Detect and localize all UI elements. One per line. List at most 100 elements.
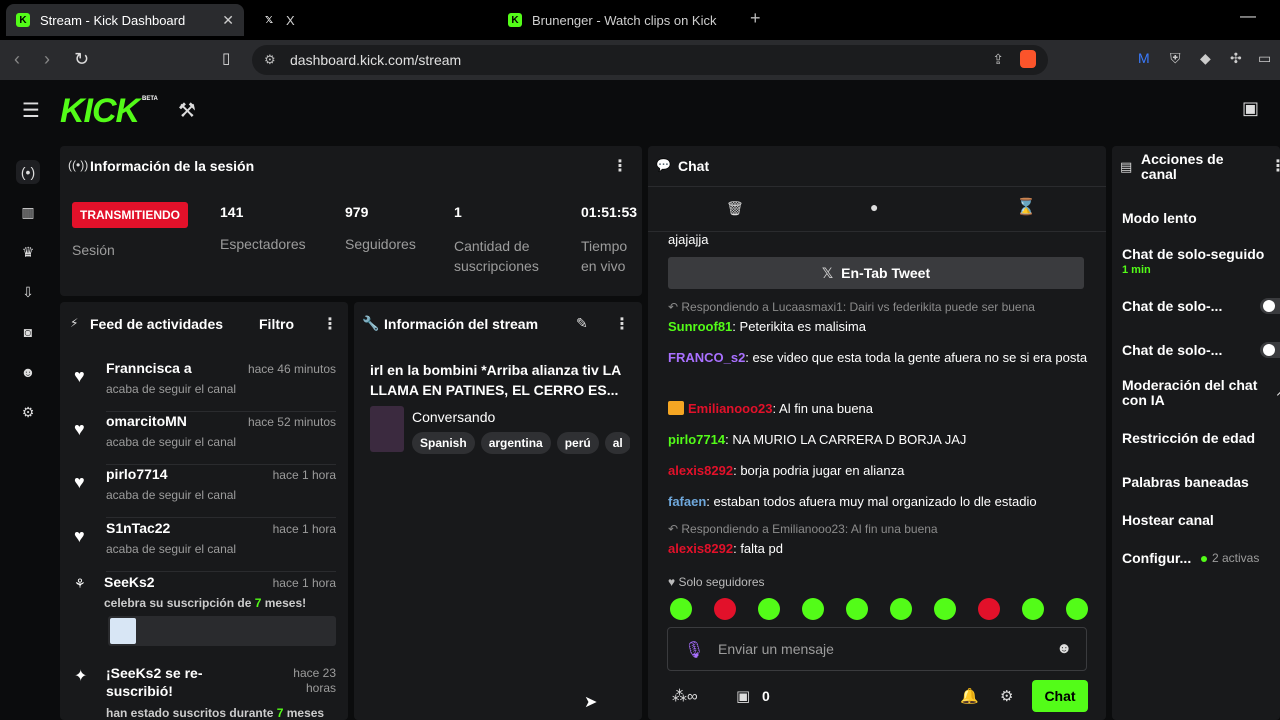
minimize-icon[interactable]: — — [1240, 8, 1256, 26]
tag[interactable]: perú — [556, 432, 599, 454]
emote-icon[interactable] — [890, 598, 912, 620]
edit-icon[interactable]: ✎ — [576, 315, 588, 332]
chat-username[interactable]: alexis8292 — [668, 541, 733, 556]
emote-only-toggle[interactable] — [1260, 342, 1280, 358]
diamond-icon[interactable]: ◆ — [1200, 50, 1211, 67]
divider — [106, 571, 336, 572]
trash-icon[interactable]: 🗑 — [726, 200, 744, 217]
slow-mode-item[interactable]: Modo lento — [1122, 210, 1197, 226]
more-icon[interactable]: ⋮ — [1270, 156, 1280, 176]
url-text: dashboard.kick.com/stream — [290, 52, 462, 68]
shield-icon[interactable]: ⛨ — [1170, 50, 1181, 67]
settings-icon[interactable]: ⚙ — [16, 400, 40, 424]
chat-username[interactable]: FRANCO_s2 — [668, 350, 745, 365]
store-icon[interactable]: ▣ — [736, 687, 750, 705]
chat-username[interactable]: Emilianooo23 — [688, 401, 773, 416]
followers-label: Seguidores — [345, 236, 416, 252]
tab-x[interactable]: 𝕏 X — [252, 4, 492, 36]
tag[interactable]: Spanish — [412, 432, 475, 454]
time-ago: hace 46 minutos — [247, 362, 336, 376]
age-restriction-item[interactable]: Restricción de edad — [1122, 430, 1255, 446]
message-icon[interactable]: ● — [870, 199, 878, 215]
mic-icon[interactable]: 🎙 — [684, 640, 704, 660]
tab-brunenger[interactable]: K Brunenger - Watch clips on Kick — [498, 4, 738, 36]
back-icon[interactable]: ‹ — [14, 49, 20, 70]
subscriber-name: SeeKs2 — [104, 574, 155, 590]
tab-stream-dashboard[interactable]: K Stream - Kick Dashboard ✕ — [6, 4, 244, 36]
bookmark-icon[interactable]: ▯ — [222, 49, 230, 67]
chat-username[interactable]: alexis8292 — [668, 463, 733, 478]
site-info-icon[interactable]: ⚙ — [264, 52, 276, 68]
mouse-cursor: ➤ — [584, 694, 598, 711]
emoji-icon[interactable]: ☻ — [1056, 640, 1072, 657]
banned-words-item[interactable]: Palabras baneadas — [1122, 474, 1249, 490]
infinity-icon[interactable]: ⁂∞ — [672, 687, 698, 705]
tag[interactable]: argentina — [480, 432, 551, 454]
store-icon[interactable]: ▣ — [1242, 98, 1259, 119]
emote-icon[interactable] — [802, 598, 824, 620]
chat-username[interactable]: Sunroof81 — [668, 319, 732, 334]
external-link-icon[interactable]: ↗ — [1275, 384, 1280, 400]
trophy-icon[interactable]: ♛ — [16, 240, 40, 264]
filter-button[interactable]: Filtro — [259, 316, 294, 332]
chat-text: Al fin una buena — [779, 401, 874, 416]
reply-text: Respondiendo a Lucaasmaxi1: Dairi vs fed… — [681, 300, 1035, 314]
more-icon[interactable]: ⋮ — [614, 314, 630, 334]
puzzle-icon[interactable]: ✣ — [1230, 50, 1242, 67]
sub-only-toggle[interactable] — [1260, 298, 1280, 314]
settings-icon[interactable]: ⚙ — [1000, 687, 1013, 705]
followers-only-item[interactable]: Chat de solo-seguido — [1122, 246, 1274, 262]
emote-icon[interactable] — [934, 598, 956, 620]
panel-title: Información del stream — [384, 316, 539, 332]
camera-icon[interactable]: ◙ — [16, 320, 40, 344]
emote-icon[interactable] — [758, 598, 780, 620]
wallet-icon[interactable]: ▭ — [1258, 50, 1271, 67]
category-thumbnail — [370, 406, 404, 452]
brave-shield-icon[interactable] — [1020, 50, 1036, 68]
config-item[interactable]: Configur... — [1122, 550, 1191, 566]
viewers-value: 141 — [220, 204, 244, 220]
emote-icon[interactable] — [670, 598, 692, 620]
pinned-message[interactable]: 𝕏 En-Tab Tweet — [668, 257, 1084, 289]
forward-icon[interactable]: › — [44, 49, 50, 70]
host-channel-item[interactable]: Hostear canal — [1122, 512, 1214, 528]
follower-name: S1nTac22 — [106, 520, 171, 536]
list-item: ✦ ¡SeeKs2 se re-suscribió! hace 23 horas… — [74, 664, 336, 720]
emote-icon[interactable] — [846, 598, 868, 620]
heart-icon: ♥ — [74, 526, 85, 546]
extension-m-icon[interactable]: M — [1138, 50, 1150, 66]
download-icon[interactable]: ⇩ — [16, 280, 40, 304]
more-icon[interactable]: ⋮ — [322, 314, 338, 334]
users-icon[interactable]: ☻ — [16, 360, 40, 384]
ai-moderation-item[interactable]: Moderación del chat con IA — [1122, 378, 1268, 408]
hourglass-icon[interactable]: ⌛ — [1016, 197, 1036, 217]
hammer-icon[interactable]: ⚒ — [178, 98, 196, 123]
analytics-icon[interactable]: ▥ — [16, 200, 40, 224]
bell-icon[interactable]: 🔔 — [960, 687, 979, 705]
send-chat-button[interactable]: Chat — [1032, 680, 1088, 712]
emote-icon[interactable] — [978, 598, 1000, 620]
session-label: Sesión — [72, 242, 115, 258]
subscriber-name: ¡SeeKs2 se re-suscribió! — [106, 665, 203, 699]
chat-username[interactable]: pirlo7714 — [668, 432, 725, 447]
points-count: 0 — [762, 688, 770, 704]
bolt-icon: ⚡ — [70, 316, 79, 330]
kick-logo[interactable]: KICK — [60, 92, 140, 131]
close-tab-icon[interactable]: ✕ — [222, 12, 234, 29]
list-item: ♥ S1nTac22 hace 1 hora acaba de seguir e… — [74, 520, 336, 572]
new-tab-icon[interactable]: + — [750, 8, 761, 29]
emote-icon[interactable] — [714, 598, 736, 620]
emote-icon[interactable] — [1022, 598, 1044, 620]
url-field[interactable]: ⚙ dashboard.kick.com/stream ⇪ — [252, 45, 1048, 75]
more-icon[interactable]: ⋮ — [612, 156, 628, 176]
tags-row: Spanish argentina perú al — [412, 432, 630, 454]
reload-icon[interactable]: ↻ — [74, 49, 89, 70]
chat-text: falta pd — [740, 541, 783, 556]
message-input[interactable]: 🎙 Enviar un mensaje ☻ — [667, 627, 1087, 671]
tag[interactable]: al — [604, 432, 630, 454]
emote-icon[interactable] — [1066, 598, 1088, 620]
menu-icon[interactable]: ☰ — [22, 98, 40, 123]
chat-username[interactable]: fafaen — [668, 494, 706, 509]
broadcast-icon[interactable]: (•) — [16, 160, 40, 184]
share-icon[interactable]: ⇪ — [992, 51, 1004, 68]
